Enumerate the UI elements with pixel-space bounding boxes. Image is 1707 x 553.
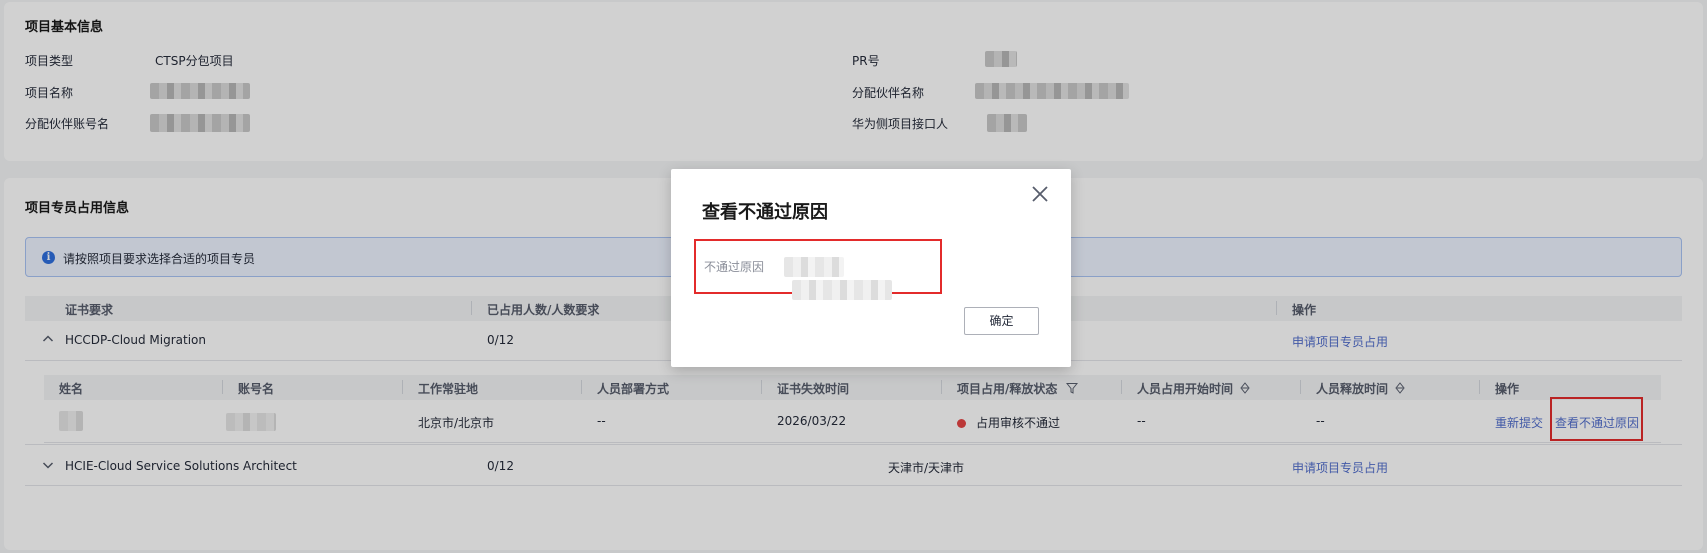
dialog-title: 查看不通过原因 [702,202,828,223]
redacted-value [792,280,892,300]
reject-reason-value [784,257,940,303]
redacted-value [784,257,844,277]
close-icon[interactable] [1029,183,1051,205]
reject-reason-dialog: 查看不通过原因 不通过原因 确定 [671,169,1071,367]
reject-reason-label: 不通过原因 [704,260,765,274]
confirm-button[interactable]: 确定 [964,307,1039,335]
reject-reason-field: 不通过原因 [694,239,942,300]
